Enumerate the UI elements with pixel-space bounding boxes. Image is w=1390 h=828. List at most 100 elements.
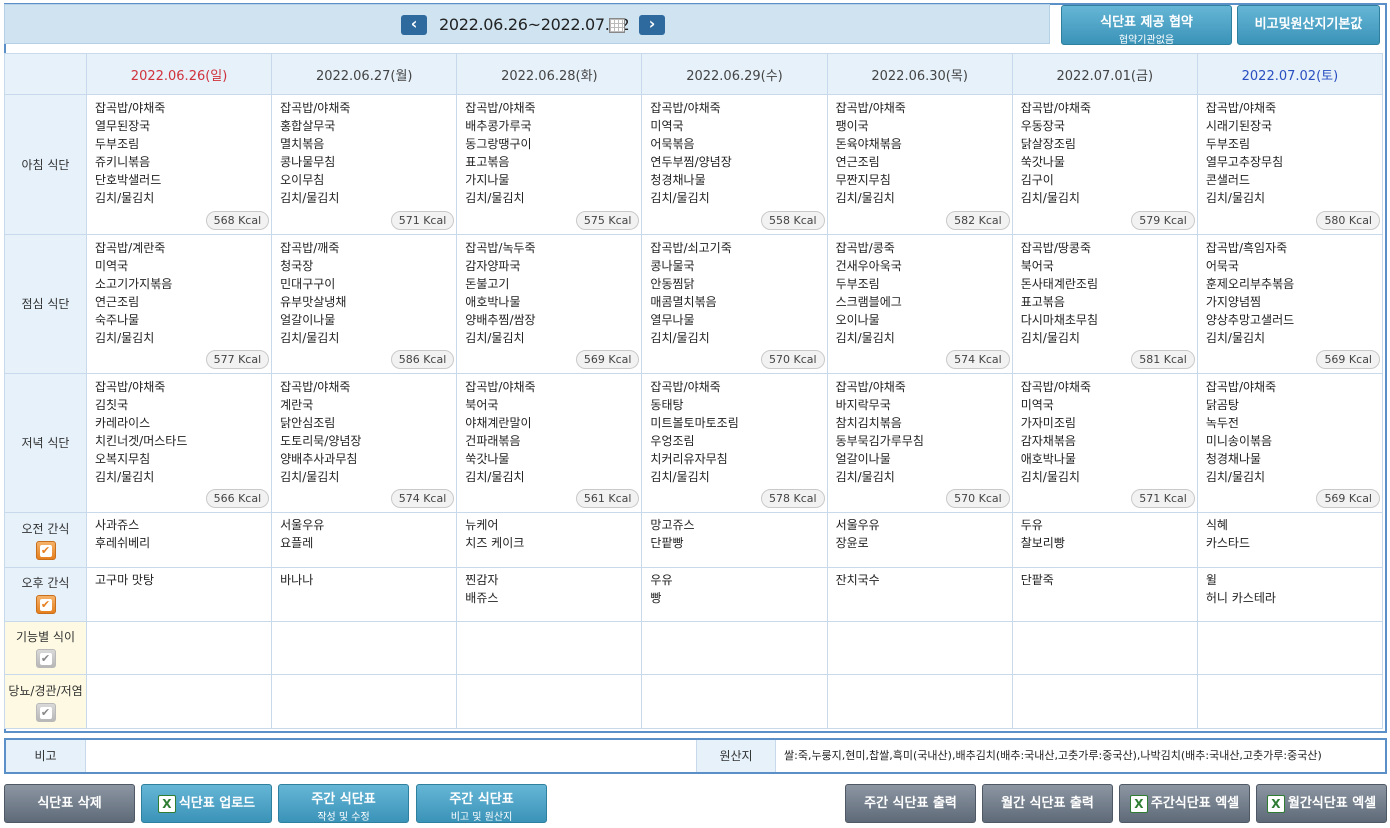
meal-cell[interactable]: 잡곡밥/쇠고기죽 콩나물국 안동찜닭 매콤멸치볶음 열무나물 김치/물김치 570 Kcal (641, 233, 828, 374)
remarks-default-button[interactable]: 비고및원산지기본값 (1237, 5, 1380, 45)
meal-cell[interactable]: 잡곡밥/야채죽 미역국 가자미조림 감자채볶음 애호박나물 김치/물김치 571 Kcal (1011, 372, 1198, 514)
meal-cell[interactable]: 잡곡밥/야채죽 홍합살무국 멸치볶음 콩나물무침 오이무침 김치/물김치 571 Kcal (271, 94, 458, 235)
diet-cell[interactable] (456, 674, 643, 729)
meal-cell[interactable]: 잡곡밥/야채죽 팽이국 돈육야채볶음 연근조림 무짠지무침 김치/물김치 582 Kcal (826, 94, 1013, 235)
prev-week-button[interactable]: ‹ (401, 15, 427, 35)
meal-cell[interactable]: 잡곡밥/야채죽 바지락무국 참치김치볶음 동부묵김가루무침 얼갈이나물 김치/물김치 570… (826, 372, 1013, 514)
diet-cell[interactable] (1011, 674, 1198, 729)
meal-cell[interactable]: 잡곡밥/야채죽 배추콩가루국 동그랑땡구이 표고볶음 가지나물 김치/물김치 575 Kca… (456, 94, 643, 235)
am-snack-row: 오전 간식 ✔ 사과쥬스 후레쉬베리 서울우유 요플레 뉴케어 치즈 케이크 망고쥬스 단팥빵… (4, 512, 1384, 568)
kcal-badge: 571 Kcal (390, 210, 455, 230)
meal-cell[interactable]: 잡곡밥/야채죽 우동장국 닭살장조림 쑥갓나물 김구이 김치/물김치 579 Kcal (1011, 94, 1198, 235)
diet-cell[interactable] (85, 674, 273, 729)
diet-cell[interactable] (271, 620, 458, 676)
am-snack-checkbox[interactable]: ✔ (35, 540, 56, 560)
pm-snack-checkbox[interactable]: ✔ (35, 595, 56, 615)
snack-item: 찰보리빵 (1020, 536, 1065, 551)
weekly-edit-button[interactable]: 주간 식단표 작성 및 수정 (278, 784, 409, 823)
pm-snack-row: 오후 간식 ✔ 고구마 맛탕 바나나 찐감자 배쥬스 우유 빵 잔치국수 단팥죽 윌 허니 카스테… (4, 566, 1384, 623)
menu-item: 김치/물김치 (465, 469, 525, 484)
snack-cell[interactable]: 두유 찰보리빵 (1011, 512, 1198, 568)
menu-item: 김치/물김치 (650, 330, 710, 345)
meal-cell[interactable]: 잡곡밥/녹두죽 감자양파국 돈불고기 애호박나물 양배추찜/쌈장 김치/물김치 569 Kc… (456, 233, 643, 374)
menu-item: 배추콩가루국 (465, 119, 532, 134)
diet-cell[interactable] (1196, 674, 1384, 729)
snack-cell[interactable]: 고구마 맛탕 (85, 566, 273, 623)
menu-item: 미역국 (1020, 397, 1054, 412)
menu-item: 도토리묵/양념장 (280, 433, 362, 448)
functional-diet-checkbox[interactable]: ✔ (35, 649, 56, 669)
snack-cell[interactable]: 우유 빵 (641, 566, 828, 623)
menu-item: 청경채나물 (1205, 451, 1262, 466)
calendar-icon[interactable] (609, 18, 625, 33)
diet-cell[interactable] (826, 674, 1013, 729)
monthly-excel-button[interactable]: X 월간식단표 엑셀 (1256, 784, 1387, 823)
meal-cell[interactable]: 잡곡밥/야채죽 김칫국 카레라이스 치킨너겟/머스타드 오복지무침 김치/물김치 566 K… (85, 372, 273, 514)
delete-menu-button[interactable]: 식단표 삭제 (4, 784, 135, 823)
menu-item: 김치/물김치 (280, 191, 340, 206)
menu-item: 김치/물김치 (95, 469, 155, 484)
snack-cell[interactable]: 뉴케어치즈 케이크 (456, 512, 643, 568)
meal-cell[interactable]: 잡곡밥/야채죽 닭곰탕 녹두전 미니송이볶음 청경채나물 김치/물김치 569 Kcal (1196, 372, 1384, 514)
menu-item: 훈제오리부추볶음 (1205, 276, 1295, 291)
menu-item: 잡곡밥/야채죽 (280, 101, 351, 116)
snack-cell[interactable]: 서울우유 요플레 (271, 512, 458, 568)
meal-cell[interactable]: 잡곡밥/계란죽 미역국 소고기가지볶음 연근조림 숙주나물 김치/물김치 577 Kcal (85, 233, 273, 374)
menu-item: 잡곡밥/야채죽 (835, 101, 906, 116)
check-icon: ✔ (39, 543, 52, 557)
menu-item: 건파래볶음 (465, 433, 521, 448)
menu-item: 우동장국 (1020, 119, 1065, 134)
menu-item: 안동찜닭 (650, 276, 695, 291)
menu-item: 미니송이볶음 (1205, 433, 1273, 448)
snack-cell[interactable]: 바나나 (271, 566, 458, 623)
menu-item: 가지양념찜 (1205, 294, 1262, 309)
diabetes-diet-checkbox[interactable]: ✔ (35, 702, 56, 722)
meal-cell[interactable]: 잡곡밥/땅콩죽 북어국 돈사태계란조림 표고볶음 다시마채초무침 김치/물김치 581 Kc… (1011, 233, 1198, 374)
diet-cell[interactable] (1196, 620, 1384, 676)
diet-cell[interactable] (85, 620, 273, 676)
snack-cell[interactable]: 찐감자 배쥬스 (456, 566, 643, 623)
menu-item: 동부묵김가루무침 (835, 433, 924, 448)
meal-cell[interactable]: 잡곡밥/깨죽 청국장 민대구구이 유부맛살냉채 얼갈이나물 김치/물김치 586 Kcal (271, 233, 458, 374)
menu-item: 잡곡밥/야채죽 (280, 379, 351, 394)
menu-item: 녹두전 (1205, 415, 1239, 430)
meal-cell[interactable]: 잡곡밥/야채죽 북어국 야채계란말이 건파래볶음 쑥갓나물 김치/물김치 561 Kcal (456, 372, 643, 514)
meal-cell[interactable]: 잡곡밥/야채죽 열무된장국 두부조림 쥬키니볶음 단호박샐러드 김치/물김치 568 Kca… (85, 94, 273, 235)
weekly-remarks-button[interactable]: 주간 식단표 비고 및 원산지 (416, 784, 547, 823)
snack-cell[interactable]: 서울우유 장윤로 (826, 512, 1013, 568)
snack-cell[interactable]: 식혜 카스타드 (1196, 512, 1384, 568)
menu-item: 바지락무국 (835, 397, 891, 412)
meal-cell[interactable]: 잡곡밥/야채죽 시래기된장국 두부조림 열무고추장무침 콘샐러드 김치/물김치 580 Kc… (1196, 94, 1384, 235)
meal-cell[interactable]: 잡곡밥/야채죽 미역국 어묵볶음 연두부찜/양념장 청경채나물 김치/물김치 558 Kca… (641, 94, 828, 235)
upload-menu-button[interactable]: X 식단표 업로드 (141, 784, 272, 823)
snack-cell[interactable]: 단팥죽 (1011, 566, 1198, 623)
meal-cell[interactable]: 잡곡밥/야채죽 계란국 닭안심조림 도토리묵/양념장 양배추사과무침 김치/물김치 574 … (271, 372, 458, 514)
day-header: 2022.06.26(일) (85, 52, 273, 96)
snack-cell[interactable]: 잔치국수 (826, 566, 1013, 623)
diet-cell[interactable] (456, 620, 643, 676)
diet-cell[interactable] (641, 620, 828, 676)
weekly-excel-button[interactable]: X 주간식단표 엑셀 (1119, 784, 1250, 823)
meal-cell[interactable]: 잡곡밥/콩죽 건새우아욱국 두부조림 스크램블에그 오이나물 김치/물김치 574 Kcal (826, 233, 1013, 374)
diet-cell[interactable] (641, 674, 828, 729)
weekly-print-button[interactable]: 주간 식단표 출력 (845, 784, 976, 823)
date-range-label: 2022.06.26~2022.07.02 (439, 15, 630, 34)
kcal-badge: 580 Kcal (1316, 210, 1380, 230)
diet-cell[interactable] (826, 620, 1013, 676)
contract-button[interactable]: 식단표 제공 협약 협약기관없음 (1061, 5, 1232, 46)
meal-cell[interactable]: 잡곡밥/야채죽 동태탕 미트볼토마토조림 우엉조림 치커리유자무침 김치/물김치 578 K… (641, 372, 828, 514)
snack-cell[interactable]: 망고쥬스 단팥빵 (641, 512, 828, 568)
diet-cell[interactable] (271, 674, 458, 729)
meal-cell[interactable]: 잡곡밥/흑임자죽 어묵국 훈제오리부추볶음 가지양념찜 양상추망고샐러드 김치/물김치 56… (1196, 233, 1384, 374)
snack-item: 뉴케어 (465, 518, 499, 533)
next-week-button[interactable]: › (639, 15, 665, 35)
snack-item: 치즈 케이크 (465, 536, 525, 551)
menu-item: 열무된장국 (95, 119, 151, 134)
snack-cell[interactable]: 사과쥬스 후레쉬베리 (85, 512, 273, 568)
snack-cell[interactable]: 윌 허니 카스테라 (1196, 566, 1384, 623)
monthly-print-button[interactable]: 월간 식단표 출력 (982, 784, 1113, 823)
excel-icon: X (1266, 794, 1285, 813)
menu-item: 표고볶음 (465, 155, 510, 170)
menu-item: 오이무침 (280, 173, 325, 188)
diet-cell[interactable] (1011, 620, 1198, 676)
